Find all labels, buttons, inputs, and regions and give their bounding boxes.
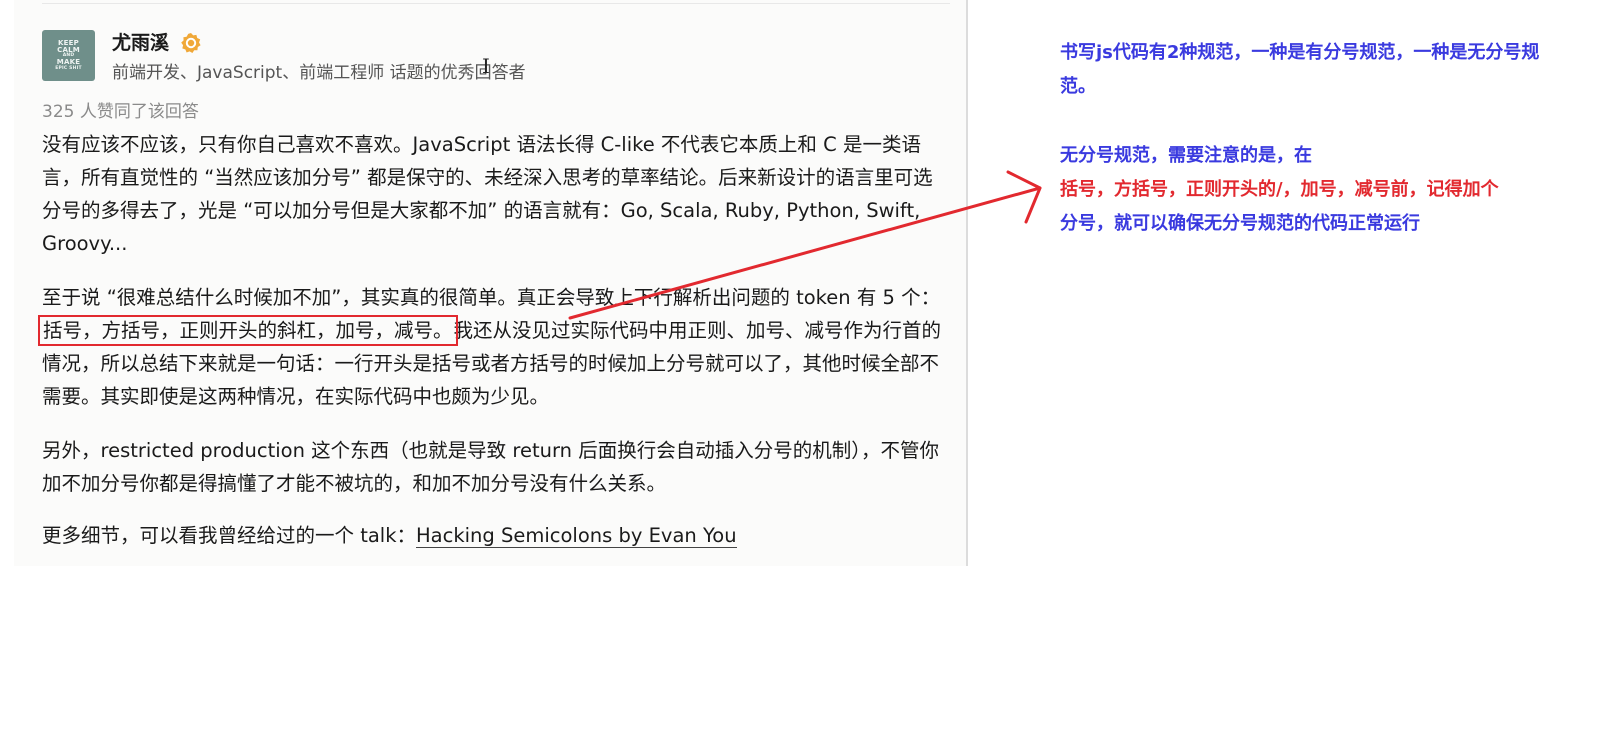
- annotation-note-1: 书写js代码有2种规范，一种是有分号规范，一种是无分号规范。: [1060, 42, 1540, 97]
- annotation-note-2: 无分号规范，需要注意的是，在括号，方括号，正则开头的/，加号，减号前，记得加个分…: [1060, 139, 1560, 241]
- annotation-arrow: [568, 170, 1042, 320]
- note-highlight: 括号，方括号，正则开头的/，加号，减号前，记得加个: [1060, 179, 1499, 200]
- note-text: 无分号规范，需要注意的是，在: [1060, 145, 1312, 166]
- note-text: 分号，就可以确保无分号规范的代码正常运行: [1060, 213, 1420, 234]
